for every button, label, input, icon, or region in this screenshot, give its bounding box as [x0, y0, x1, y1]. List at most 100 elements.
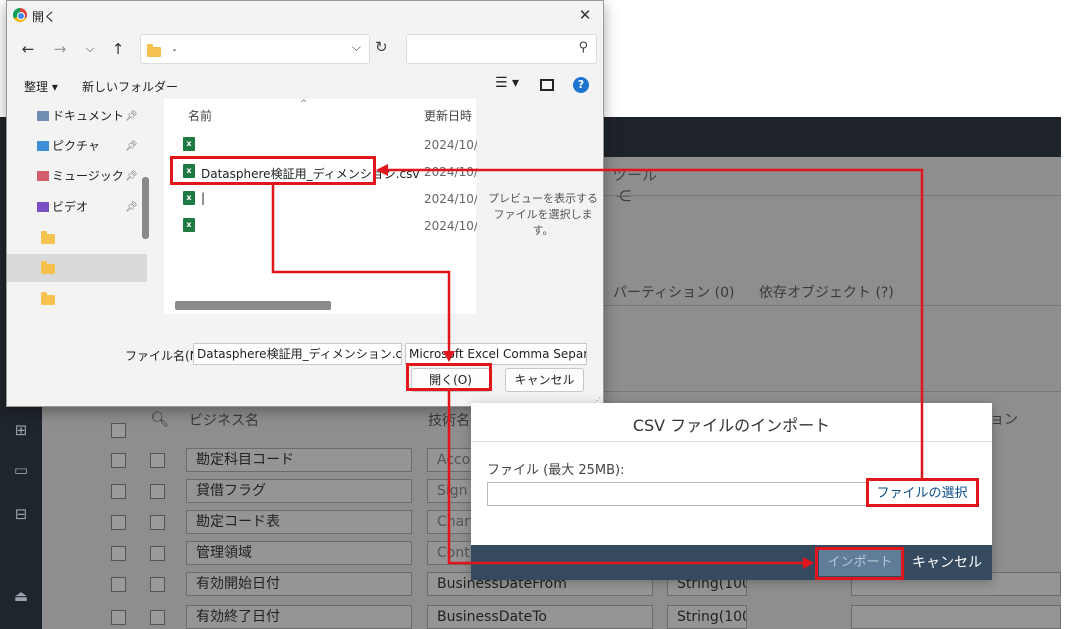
- technical-name-field[interactable]: Sign: [427, 479, 472, 503]
- nav-item-label: ピクチャ: [52, 139, 100, 153]
- back-icon[interactable]: ←: [17, 38, 39, 60]
- csv-cancel-button[interactable]: キャンセル: [907, 550, 987, 576]
- divider: [600, 305, 1061, 306]
- dialog-footer: ファイル名(N): Datasphere検証用_ディメンション.csv Micr…: [7, 314, 603, 406]
- cancel-button[interactable]: キャンセル: [505, 368, 584, 392]
- pin-icon[interactable]: 📌︎: [125, 141, 138, 152]
- business-name-field[interactable]: 勘定科目コード: [186, 448, 412, 472]
- address-path: ・: [169, 44, 180, 57]
- column-header-technical-name: 技術名: [428, 413, 470, 429]
- row-checkbox[interactable]: [111, 546, 126, 561]
- row-checkbox[interactable]: [111, 515, 126, 530]
- folder-icon[interactable]: [41, 231, 55, 244]
- data-type-field[interactable]: String(100): [667, 605, 747, 629]
- search-input[interactable]: ⚲: [406, 34, 597, 64]
- pin-icon[interactable]: 📌︎: [125, 111, 138, 122]
- key-checkbox[interactable]: [150, 577, 165, 592]
- folder-icon[interactable]: [41, 261, 55, 274]
- file-open-dialog: 開く ✕ ← → ⌵ ↑ ・ ⌵ ↻ ⚲ 整理 ▾ 新しいフォルダー ☰ ▾ ?…: [6, 0, 604, 407]
- close-icon[interactable]: ✕: [575, 5, 595, 25]
- navigation-pane: ドキュメント 📌︎ ピクチャ 📌︎ ミュージック 📌︎ ビデオ 📌︎: [7, 99, 157, 313]
- chevron-down-icon[interactable]: ⌵: [79, 38, 101, 60]
- filetype-select[interactable]: Microsoft Excel Comma Separat: [405, 343, 587, 365]
- key-checkbox[interactable]: [150, 546, 165, 561]
- key-checkbox[interactable]: [150, 453, 165, 468]
- excel-icon: x: [183, 191, 195, 205]
- annotation-open-highlight: [406, 363, 492, 391]
- nav-scrollbar[interactable]: [142, 177, 149, 239]
- documents-icon: [37, 111, 49, 121]
- file-list: 名前 ^ 更新日時 x 2024/10/2 x Datasphere検証用_ディ…: [164, 99, 486, 314]
- technical-name-field[interactable]: ChartO: [427, 510, 472, 534]
- key-checkbox[interactable]: [150, 515, 165, 530]
- new-folder-button[interactable]: 新しいフォルダー: [82, 78, 178, 95]
- tab-dependent-objects[interactable]: 依存オブジェクト (?): [759, 282, 894, 302]
- business-name-field[interactable]: 有効終了日付: [186, 605, 412, 629]
- business-name-field[interactable]: 勘定コード表: [186, 510, 412, 534]
- technical-name-field[interactable]: BusinessDateTo: [427, 605, 653, 629]
- annotation-file-highlight: [170, 156, 376, 185]
- up-icon[interactable]: ↑: [107, 38, 129, 60]
- select-all-checkbox[interactable]: [111, 423, 126, 438]
- organize-button[interactable]: 整理 ▾: [24, 78, 58, 95]
- technical-name-field[interactable]: Contro: [427, 541, 472, 565]
- sort-up-icon: ^: [300, 99, 308, 109]
- filename-input[interactable]: Datasphere検証用_ディメンション.csv: [193, 343, 402, 365]
- forward-icon[interactable]: →: [49, 38, 71, 60]
- key-icon: 🔍︎: [150, 410, 170, 428]
- column-header-business-name: ビジネス名: [189, 413, 259, 429]
- dialog-title-bar: 開く ✕: [7, 1, 603, 31]
- row-checkbox[interactable]: [111, 453, 126, 468]
- row-checkbox[interactable]: [111, 577, 126, 592]
- pin-icon[interactable]: 📌︎: [125, 171, 138, 182]
- chevron-down-icon[interactable]: ⌵: [352, 40, 361, 55]
- row-checkbox[interactable]: [111, 610, 126, 625]
- business-name-field[interactable]: 管理領域: [186, 541, 412, 565]
- horizontal-scrollbar[interactable]: [175, 301, 331, 310]
- monitor-icon[interactable]: ▭: [10, 459, 32, 481]
- nav-item-label: ビデオ: [52, 200, 89, 214]
- extra-field[interactable]: [851, 605, 1061, 629]
- address-bar[interactable]: ・ ⌵: [140, 34, 370, 64]
- column-header-modified[interactable]: 更新日時: [424, 107, 472, 124]
- data-builder-icon[interactable]: ⊞: [10, 419, 32, 441]
- technical-name-field[interactable]: Accou: [427, 448, 472, 472]
- view-menu-icon[interactable]: ☰ ▾: [495, 75, 519, 91]
- divider: [471, 441, 992, 442]
- refresh-icon[interactable]: ↻: [375, 38, 388, 56]
- business-name-field[interactable]: 貸借フラグ: [186, 479, 412, 503]
- key-checkbox[interactable]: [150, 610, 165, 625]
- preview-pane: プレビューを表示するファイルを選択します。: [477, 99, 603, 314]
- column-header-fragment: ョン: [990, 412, 1018, 428]
- tab-partitions[interactable]: パーティション (0): [613, 282, 734, 302]
- organize-label: 整理: [24, 80, 49, 94]
- nav-selection-highlight: [7, 254, 147, 282]
- annotation-import-highlight: [815, 547, 904, 580]
- csv-file-input[interactable]: [487, 482, 867, 506]
- divider: [600, 391, 1061, 392]
- folder-icon[interactable]: [41, 292, 55, 305]
- filetype-value: Microsoft Excel Comma Separat: [409, 347, 587, 361]
- business-name-field[interactable]: 有効開始日付: [186, 572, 412, 596]
- file-name: |: [201, 191, 206, 205]
- csv-dialog-footer: インポート キャンセル: [471, 545, 992, 580]
- dialog-toolbar: 整理 ▾ 新しいフォルダー ☰ ▾ ?: [7, 71, 603, 99]
- folder-icon: [147, 44, 161, 57]
- preview-pane-icon[interactable]: [540, 79, 554, 91]
- search-icon: ⚲: [578, 40, 588, 55]
- preview-message: プレビューを表示するファイルを選択します。: [488, 192, 598, 237]
- pin-icon[interactable]: 📌︎: [125, 202, 138, 213]
- divider: [600, 195, 1061, 196]
- hierarchy-icon[interactable]: ⋲: [616, 187, 631, 205]
- row-checkbox[interactable]: [111, 484, 126, 499]
- connections-icon[interactable]: ⊟: [10, 503, 32, 525]
- annotation-browse-highlight: [866, 478, 979, 507]
- deploy-icon[interactable]: ⏏: [10, 585, 32, 607]
- toolbar-fragment: ツール: [612, 166, 658, 184]
- help-icon[interactable]: ?: [573, 77, 589, 93]
- excel-icon: x: [183, 137, 195, 151]
- nav-item-label: ミュージック: [52, 169, 124, 183]
- column-header-name[interactable]: 名前: [188, 107, 212, 124]
- key-checkbox[interactable]: [150, 484, 165, 499]
- csv-dialog-title: CSV ファイルのインポート: [632, 416, 831, 435]
